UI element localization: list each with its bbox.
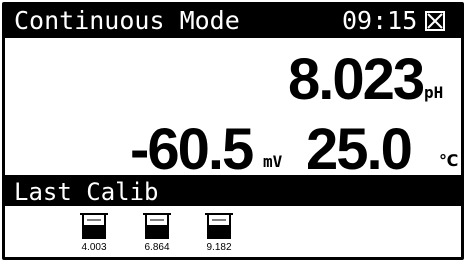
ph-unit: pH [424,83,444,102]
buffer-label-3: 9.182 [206,242,232,253]
clock-time: 09:15 [342,6,418,35]
meter-screen: Continuous Mode 09:15 8.023 pH -60.5 mV … [0,0,466,260]
ph-reading: 8.023 [288,47,425,112]
mode-title: Continuous Mode [14,6,240,35]
temperature-unit: ℃ [439,153,459,170]
close-icon[interactable] [425,11,445,31]
mv-unit: mV [263,152,283,171]
buffer-label-2: 6.864 [144,242,170,253]
temperature-reading: 25.0 [306,117,413,182]
buffer-label-1: 4.003 [81,242,107,253]
last-calib-label: Last Calib [14,178,159,206]
title-bar: Continuous Mode 09:15 [5,5,461,38]
calibration-header: Last Calib [5,178,461,206]
mv-reading: -60.5 [130,117,254,182]
